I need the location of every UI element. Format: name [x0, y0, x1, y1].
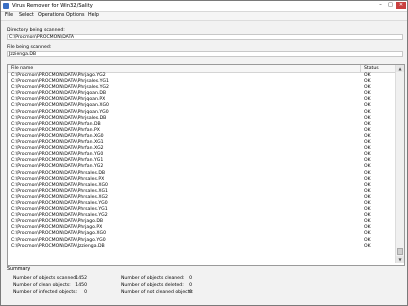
summary-panel: Summary Number of objects scanned: 1452 …	[7, 267, 403, 301]
file-value: Jzzienga.DB	[7, 51, 403, 57]
directory-label: Directory being scanned:	[7, 28, 65, 33]
infected-value: 0	[84, 290, 87, 295]
deleted-value: 0	[189, 283, 192, 288]
window-title: Virus Remover for Win32/Sality	[12, 3, 93, 9]
menu-select[interactable]: Select	[19, 13, 34, 18]
menu-bar: File Select Operations Options Help	[1, 12, 407, 21]
vertical-scrollbar[interactable]: ▲ ▼	[395, 65, 404, 263]
menu-help[interactable]: Help	[88, 13, 99, 18]
close-button[interactable]: ✕	[396, 2, 406, 9]
scroll-up-arrow-icon[interactable]: ▲	[396, 65, 404, 72]
scrollbar-thumb[interactable]	[397, 248, 403, 255]
scroll-down-arrow-icon[interactable]: ▼	[396, 256, 404, 263]
column-header-file-name[interactable]: File name	[11, 66, 33, 71]
clean-label: Number of clean objects:	[13, 283, 71, 288]
scanned-files-list[interactable]: File name Status C:\Procmon\PROCMON\DATA…	[7, 64, 405, 266]
title-bar[interactable]: Virus Remover for Win32/Sality – □ ✕	[1, 1, 407, 12]
cleaned-value: 0	[189, 276, 192, 281]
status-cell: OK	[364, 243, 371, 249]
file-label: File being scanned:	[7, 45, 52, 50]
list-rows: C:\Procmon\PROCMON\DATA\Phrjago.YG2 OK C:\…	[8, 73, 395, 250]
minimize-button[interactable]: –	[376, 2, 385, 9]
not-cleaned-value: 0	[189, 290, 192, 295]
scanned-value: 1452	[75, 276, 87, 281]
table-row[interactable]: C:\Procmon\PROCMON\DATA\Jzzienga.DB OK	[8, 244, 395, 250]
menu-options[interactable]: Options	[66, 13, 85, 18]
maximize-button[interactable]: □	[386, 2, 395, 9]
main-window: Virus Remover for Win32/Sality – □ ✕ Fil…	[0, 0, 408, 306]
menu-file[interactable]: File	[5, 13, 13, 18]
column-divider[interactable]	[360, 65, 361, 72]
list-header: File name Status	[8, 65, 395, 73]
clean-value: 1450	[75, 283, 87, 288]
directory-value: C:\Procmon\PROCMON\DATA	[7, 34, 403, 40]
app-icon	[3, 3, 9, 9]
summary-title: Summary	[7, 267, 31, 272]
menu-operations[interactable]: Operations	[38, 13, 64, 18]
column-header-status[interactable]: Status	[364, 66, 379, 71]
file-name-cell: C:\Procmon\PROCMON\DATA\Jzzienga.DB	[11, 243, 105, 249]
